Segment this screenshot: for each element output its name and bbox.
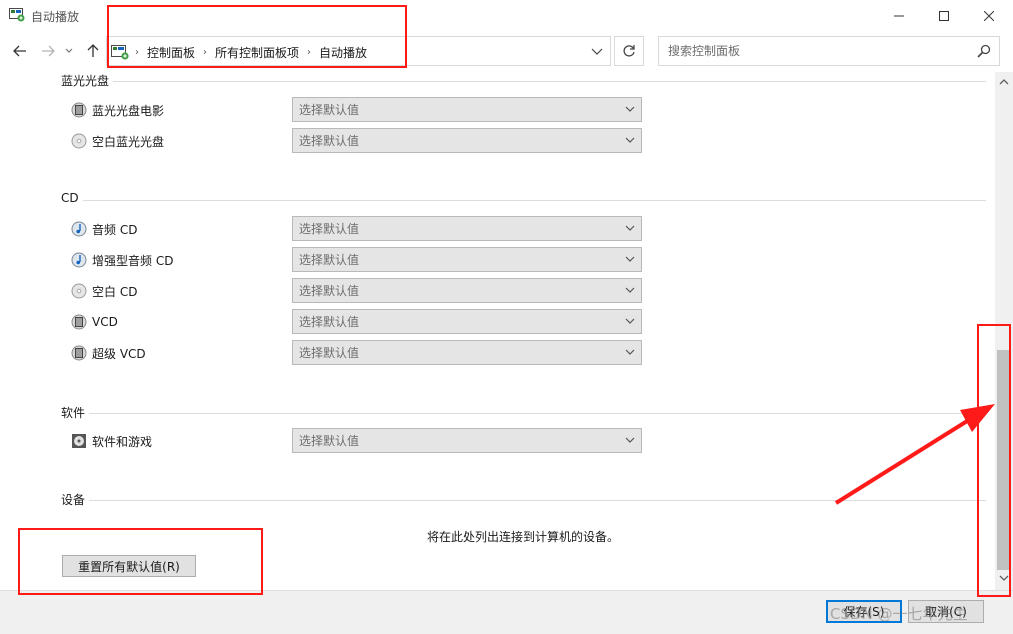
arrow-right-icon (42, 45, 55, 57)
software-disc-icon (72, 434, 86, 448)
select-value: 选择默认值 (299, 134, 360, 148)
scroll-up-arrow-icon[interactable] (998, 78, 1010, 86)
save-button[interactable]: 保存(S) (826, 600, 902, 623)
forward-button[interactable] (37, 40, 59, 62)
search-icon[interactable] (977, 44, 991, 58)
section-title-devices: 设备 (61, 491, 90, 508)
section-divider (61, 413, 986, 414)
chevron-down-icon (625, 225, 635, 231)
chevron-down-icon[interactable] (590, 43, 604, 59)
search-box[interactable] (658, 36, 1000, 66)
device-label: 增强型音频 CD (92, 253, 174, 268)
film-disc-icon (71, 314, 87, 330)
device-row-blank-cd: 空白 CD (71, 278, 137, 304)
device-row-vcd: VCD (71, 309, 118, 335)
select-value: 选择默认值 (299, 434, 360, 448)
refresh-icon (623, 45, 635, 57)
minimize-button[interactable] (876, 0, 922, 32)
select-value: 选择默认值 (299, 103, 360, 117)
device-label: 蓝光光盘电影 (92, 103, 165, 118)
section-divider (61, 500, 986, 501)
blank-disc-icon (71, 283, 87, 299)
device-row-blank-bluray: 空白蓝光光盘 (71, 128, 164, 154)
dialog-footer: 保存(S) 取消(C) (0, 590, 1013, 634)
device-label: 超级 VCD (92, 346, 146, 361)
default-action-select[interactable]: 选择默认值 (292, 278, 642, 303)
back-button[interactable] (9, 40, 31, 62)
chevron-down-icon (625, 437, 635, 443)
device-row-enhanced-audio-cd: 增强型音频 CD (71, 247, 173, 273)
select-value: 选择默认值 (299, 346, 360, 360)
search-input[interactable] (659, 37, 969, 65)
cancel-button[interactable]: 取消(C) (908, 600, 984, 623)
section-divider (61, 81, 986, 82)
refresh-button[interactable] (614, 36, 644, 66)
film-disc-icon (71, 102, 87, 118)
default-action-select[interactable]: 选择默认值 (292, 216, 642, 241)
default-action-select[interactable]: 选择默认值 (292, 247, 642, 272)
film-disc-icon (71, 345, 87, 361)
chevron-down-icon (625, 349, 635, 355)
chevron-down-icon (65, 48, 73, 53)
devices-empty-note: 将在此处列出连接到计算机的设备。 (427, 530, 620, 544)
device-label: VCD (92, 315, 118, 329)
device-label: 空白蓝光光盘 (92, 134, 165, 149)
chevron-down-icon (625, 287, 635, 293)
device-row-audio-cd: 音频 CD (71, 216, 137, 242)
device-label: 空白 CD (92, 284, 138, 299)
audio-cd-icon (71, 252, 87, 268)
recent-locations-button[interactable] (62, 40, 76, 62)
section-title-cd: CD (61, 191, 83, 205)
annotation-box-address (107, 5, 407, 68)
section-title-software: 软件 (61, 404, 90, 421)
section-divider (61, 200, 986, 201)
default-action-select[interactable]: 选择默认值 (292, 309, 642, 334)
blank-disc-icon (71, 133, 87, 149)
minimize-icon (894, 15, 904, 17)
device-row-super-vcd: 超级 VCD (71, 340, 146, 366)
control-panel-icon (9, 8, 25, 22)
maximize-icon (939, 11, 949, 21)
up-button[interactable] (82, 40, 104, 62)
window-title: 自动播放 (31, 10, 80, 24)
section-title-bluray: 蓝光光盘 (61, 72, 114, 89)
device-row-bluray-movie: 蓝光光盘电影 (71, 97, 164, 123)
select-value: 选择默认值 (299, 315, 360, 329)
device-label: 软件和游戏 (92, 434, 153, 449)
device-row-software-games: 软件和游戏 (71, 428, 152, 454)
chevron-down-icon (625, 137, 635, 143)
maximize-button[interactable] (921, 0, 967, 32)
annotation-box-scrollbar (977, 324, 1011, 597)
chevron-down-icon (625, 106, 635, 112)
arrow-left-icon (13, 45, 26, 57)
select-value: 选择默认值 (299, 222, 360, 236)
select-value: 选择默认值 (299, 284, 360, 298)
default-action-select[interactable]: 选择默认值 (292, 97, 642, 122)
chevron-down-icon (625, 256, 635, 262)
autoplay-settings-panel: 蓝光光盘 蓝光光盘电影 选择默认值 空白蓝光光盘 选择默认值 CD 音频 CD … (0, 72, 995, 590)
chevron-down-icon (625, 318, 635, 324)
close-button[interactable] (966, 0, 1012, 32)
close-icon (984, 11, 994, 21)
select-value: 选择默认值 (299, 253, 360, 267)
device-label: 音频 CD (92, 222, 138, 237)
arrow-up-icon (87, 44, 99, 57)
audio-cd-icon (71, 221, 87, 237)
default-action-select[interactable]: 选择默认值 (292, 128, 642, 153)
default-action-select[interactable]: 选择默认值 (292, 340, 642, 365)
annotation-box-reset (18, 528, 263, 595)
default-action-select[interactable]: 选择默认值 (292, 428, 642, 453)
